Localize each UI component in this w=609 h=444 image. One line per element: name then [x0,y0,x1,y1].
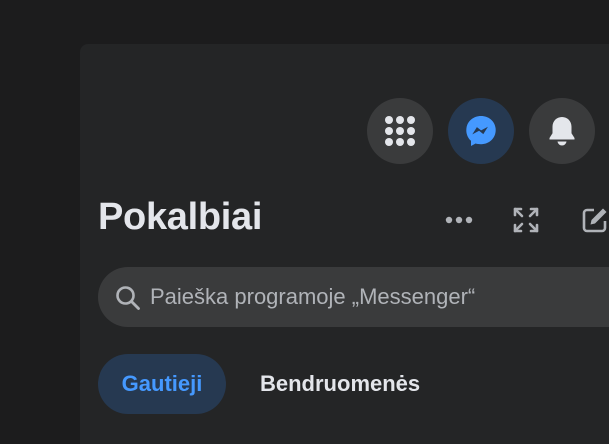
more-dots-icon [445,216,473,224]
page-title: Pokalbiai [98,196,263,238]
messenger-button[interactable] [448,98,514,164]
menu-button[interactable] [367,98,433,164]
tab-label: Bendruomenės [260,371,421,396]
search-icon [116,286,140,310]
menu-grid-icon [385,116,415,146]
new-message-icon [582,208,607,233]
new-message-button[interactable] [577,202,609,238]
tab-inbox[interactable]: Gautieji [98,354,226,414]
bell-icon [549,117,575,146]
tab-label: Gautieji [121,371,203,396]
notifications-button[interactable] [529,98,595,164]
messenger-icon [466,116,496,146]
more-options-button[interactable] [441,202,477,238]
expand-icon [513,207,539,233]
search-bar[interactable] [98,267,609,327]
search-input[interactable] [150,267,609,327]
expand-button[interactable] [508,202,544,238]
tab-communities[interactable]: Bendruomenės [242,354,438,414]
